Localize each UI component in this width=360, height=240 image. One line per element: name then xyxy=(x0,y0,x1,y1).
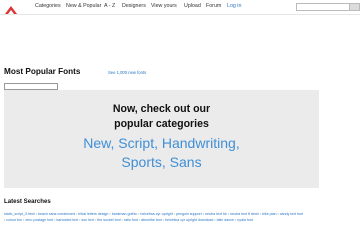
top-navigation-bar: Categories New & Popular A - Z Designers… xyxy=(0,0,360,15)
search-input[interactable] xyxy=(296,3,350,11)
category-link-new[interactable]: New xyxy=(83,135,110,151)
site-logo-icon[interactable] xyxy=(4,2,18,14)
category-link-sans[interactable]: Sans xyxy=(170,154,202,170)
search-button[interactable] xyxy=(350,3,360,11)
latest-search-link[interactable]: ratio font xyxy=(124,218,138,222)
latest-search-link[interactable]: absinthe font xyxy=(141,218,162,222)
latest-search-link[interactable]: sun text xyxy=(81,218,94,222)
latest-search-link[interactable]: helvetica cyr upright download xyxy=(165,218,213,222)
promo-heading-line1: Now, check out our xyxy=(112,103,211,115)
nav-login[interactable]: Log in xyxy=(227,3,241,9)
nav-designers[interactable]: Designers xyxy=(122,3,146,9)
category-link-sports[interactable]: Sports xyxy=(121,154,161,170)
latest-search-link[interactable]: the socket font xyxy=(97,218,120,222)
latest-search-link[interactable]: penguin support xyxy=(176,212,202,216)
nav-categories[interactable]: Categories xyxy=(35,3,61,9)
page-title: Most Popular Fonts xyxy=(4,67,81,76)
category-link-script[interactable]: Script xyxy=(118,135,154,151)
latest-search-link[interactable]: neutra text bk xyxy=(205,212,227,216)
latest-search-link[interactable]: helvetica-cyr-upright xyxy=(140,212,172,216)
latest-search-link[interactable]: zero postage font xyxy=(25,218,53,222)
latest-search-link[interactable]: nyala font xyxy=(237,218,253,222)
see-all-fonts-link[interactable]: See 1,000 new fonts xyxy=(108,70,146,75)
nav-new-popular[interactable]: New & Popular xyxy=(66,3,101,9)
latest-search-link[interactable]: neutra text tf demi xyxy=(230,212,259,216)
nav-upload[interactable]: Upload xyxy=(184,3,201,9)
category-link-handwriting[interactable]: Handwriting xyxy=(162,135,236,151)
latest-searches-list: static_script_3.html • beach sans conden… xyxy=(4,211,304,223)
latest-search-link[interactable]: tribal letters design xyxy=(78,212,108,216)
latest-search-link[interactable]: bike plan xyxy=(262,212,276,216)
latest-search-link[interactable]: latin dance xyxy=(217,218,234,222)
latest-search-link[interactable]: candy text font xyxy=(280,212,303,216)
nav-view-yours[interactable]: View yours xyxy=(151,3,177,9)
nav-forum[interactable]: Forum xyxy=(206,3,221,9)
latest-search-link[interactable]: colour fun xyxy=(6,218,22,222)
promo-categories-panel: Now, check out our popular categories Ne… xyxy=(4,90,319,188)
font-filter-select[interactable] xyxy=(4,83,58,90)
latest-search-link[interactable]: barcoded text xyxy=(56,218,78,222)
category-links-row2: Sports, Sans xyxy=(121,154,202,170)
latest-search-link[interactable]: static_script_3.html xyxy=(4,212,35,216)
nav-a-z[interactable]: A - Z xyxy=(104,3,115,9)
latest-search-link[interactable]: beach sans condensed xyxy=(38,212,75,216)
latest-search-link[interactable]: bankman gothic xyxy=(112,212,137,216)
latest-searches-heading: Latest Searches xyxy=(4,198,51,205)
category-links-row1: New, Script, Handwriting, xyxy=(83,135,240,151)
promo-heading-line2: popular categories xyxy=(114,118,209,130)
